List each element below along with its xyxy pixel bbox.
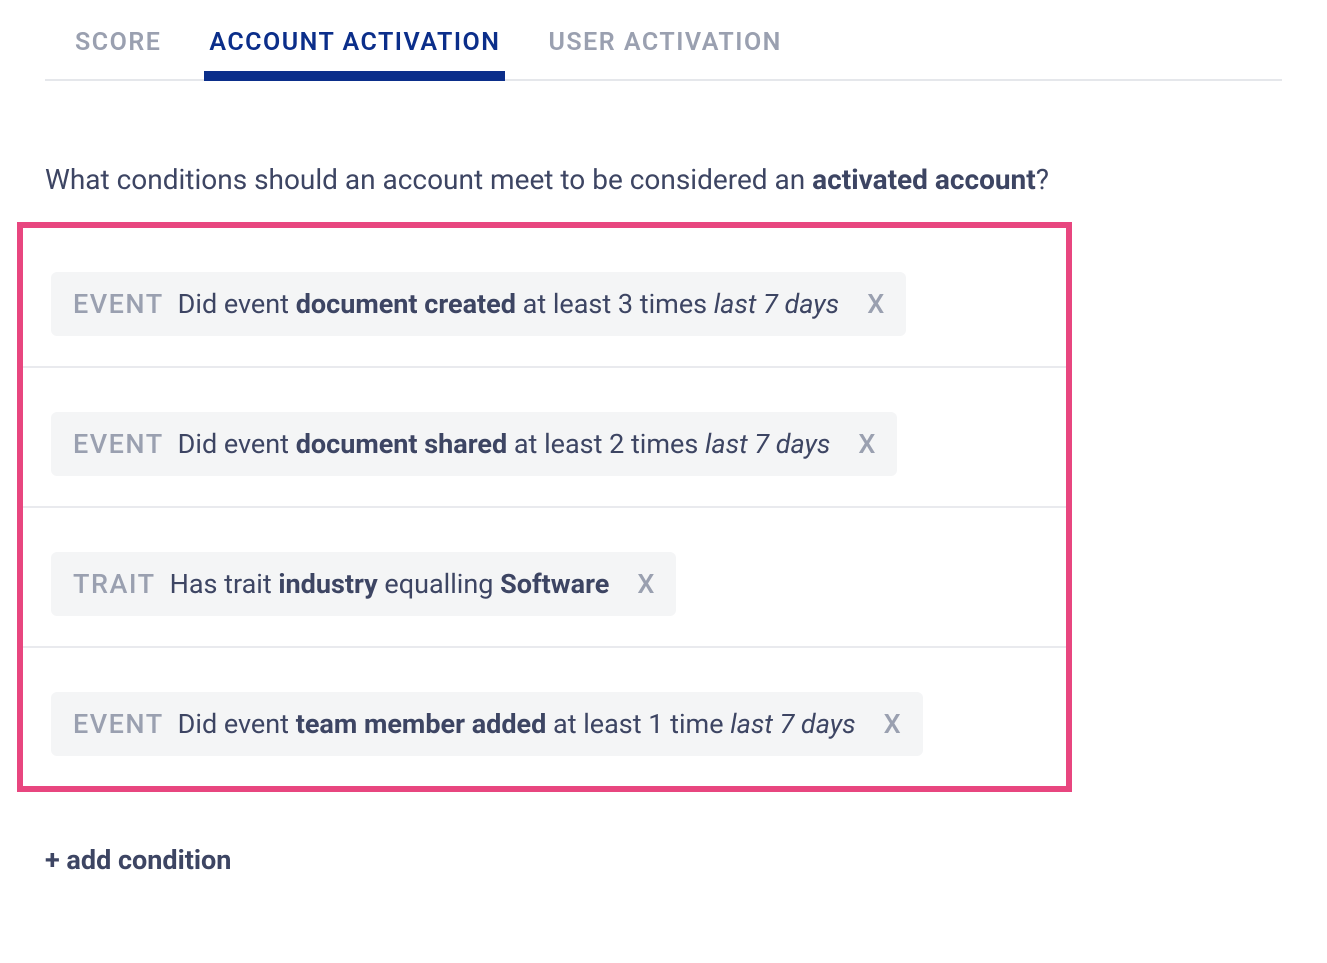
- add-condition-button[interactable]: + add condition: [45, 844, 231, 876]
- condition-row: EVENT Did event document shared at least…: [23, 368, 1066, 508]
- condition-row: EVENT Did event document created at leas…: [23, 228, 1066, 368]
- condition-middle: equalling: [378, 568, 500, 600]
- condition-trait-name: industry: [278, 568, 377, 600]
- condition-prefix: Did event: [178, 708, 296, 740]
- condition-text: Did event team member added at least 1 t…: [178, 708, 856, 740]
- condition-type-label: EVENT: [73, 708, 164, 740]
- condition-row: EVENT Did event team member added at lea…: [23, 648, 1066, 786]
- condition-event-name: document created: [296, 288, 516, 320]
- condition-pill[interactable]: EVENT Did event document created at leas…: [51, 272, 906, 336]
- condition-pill[interactable]: EVENT Did event document shared at least…: [51, 412, 897, 476]
- condition-pill[interactable]: TRAIT Has trait industry equalling Softw…: [51, 552, 676, 616]
- condition-type-label: EVENT: [73, 288, 164, 320]
- close-icon[interactable]: X: [867, 288, 884, 320]
- condition-middle: at least 3 times: [516, 288, 714, 320]
- close-icon[interactable]: X: [637, 568, 654, 600]
- question-suffix: ?: [1036, 163, 1049, 196]
- condition-type-label: EVENT: [73, 428, 164, 460]
- conditions-highlight-box: EVENT Did event document created at leas…: [17, 222, 1072, 792]
- condition-prefix: Has trait: [170, 568, 279, 600]
- condition-row: TRAIT Has trait industry equalling Softw…: [23, 508, 1066, 648]
- question-bold: activated account: [812, 163, 1036, 196]
- tab-score[interactable]: SCORE: [75, 28, 161, 79]
- tabs-bar: SCORE ACCOUNT ACTIVATION USER ACTIVATION: [45, 0, 1282, 81]
- close-icon[interactable]: X: [858, 428, 875, 460]
- condition-middle: at least 2 times: [507, 428, 705, 460]
- condition-middle: at least 1 time: [546, 708, 730, 740]
- conditions-question: What conditions should an account meet t…: [45, 163, 1282, 196]
- condition-prefix: Did event: [178, 288, 296, 320]
- condition-text: Has trait industry equalling Software: [170, 568, 610, 600]
- condition-type-label: TRAIT: [73, 568, 156, 600]
- condition-pill[interactable]: EVENT Did event team member added at lea…: [51, 692, 923, 756]
- question-prefix: What conditions should an account meet t…: [45, 163, 812, 196]
- tab-user-activation[interactable]: USER ACTIVATION: [548, 28, 781, 79]
- condition-prefix: Did event: [178, 428, 296, 460]
- condition-timeframe: last 7 days: [705, 428, 830, 460]
- condition-event-name: document shared: [296, 428, 507, 460]
- condition-timeframe: last 7 days: [730, 708, 855, 740]
- condition-timeframe: last 7 days: [714, 288, 839, 320]
- condition-text: Did event document shared at least 2 tim…: [178, 428, 831, 460]
- condition-event-name: team member added: [296, 708, 547, 740]
- condition-trait-value: Software: [500, 568, 609, 600]
- tab-account-activation[interactable]: ACCOUNT ACTIVATION: [209, 28, 500, 79]
- condition-text: Did event document created at least 3 ti…: [178, 288, 840, 320]
- close-icon[interactable]: X: [884, 708, 901, 740]
